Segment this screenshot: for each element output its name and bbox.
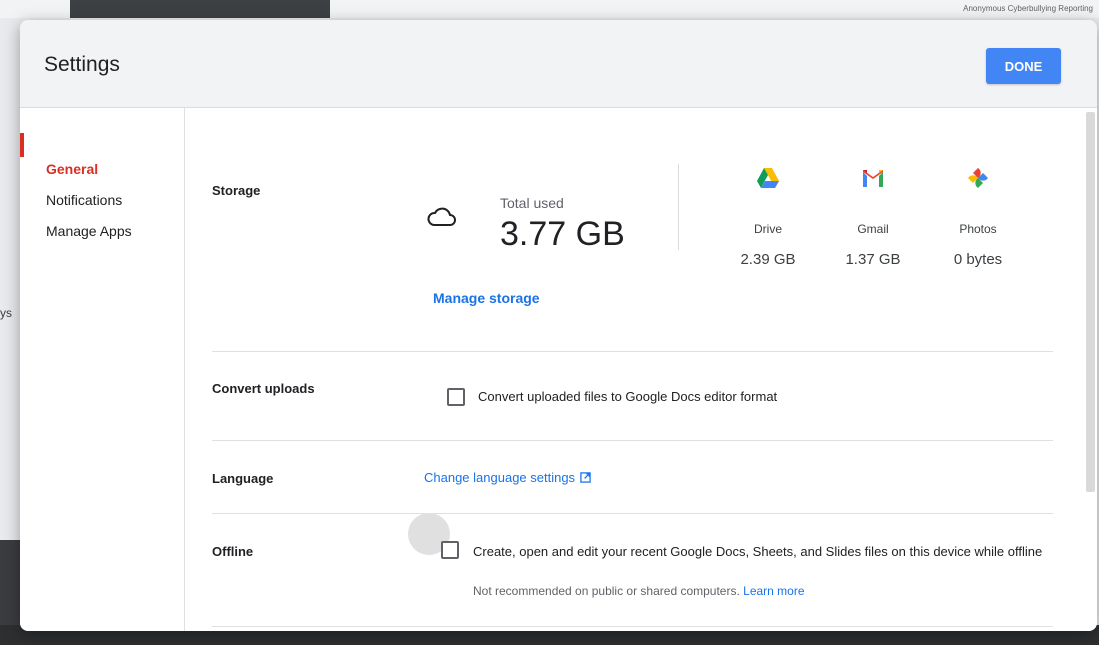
dialog-header: Settings DONE — [20, 20, 1097, 108]
offline-checkbox[interactable] — [441, 541, 459, 559]
settings-dialog: Settings DONE General Notifications Mana… — [20, 20, 1097, 631]
offline-text: Create, open and edit your recent Google… — [473, 544, 1043, 559]
section-divider — [212, 626, 1053, 627]
active-nav-indicator — [20, 133, 24, 157]
storage-separator — [678, 164, 679, 250]
background-thumbnail — [70, 0, 330, 18]
section-divider — [212, 513, 1053, 514]
gmail-name: Gmail — [857, 222, 889, 236]
learn-more-link[interactable]: Learn more — [743, 584, 804, 598]
total-used-value: 3.77 GB — [500, 215, 625, 253]
offline-subtext: Not recommended on public or shared comp… — [473, 584, 805, 598]
language-label: Language — [212, 471, 274, 486]
background-side-text: ys — [0, 306, 12, 320]
external-link-icon — [580, 472, 591, 483]
gmail-size: 1.37 GB — [845, 251, 901, 268]
photos-icon — [968, 168, 988, 188]
background-report-text: Anonymous Cyberbullying Reporting — [963, 4, 1093, 13]
photos-name: Photos — [959, 222, 997, 236]
section-divider — [212, 440, 1053, 441]
section-divider — [212, 351, 1053, 352]
cloud-icon — [427, 207, 456, 226]
change-language-link-text: Change language settings — [424, 470, 576, 485]
change-language-link[interactable]: Change language settings — [424, 470, 591, 485]
settings-sidebar: General Notifications Manage Apps — [20, 108, 185, 631]
sidebar-item-general[interactable]: General — [46, 161, 98, 177]
dialog-title: Settings — [44, 53, 120, 76]
scrollbar-thumb[interactable] — [1086, 112, 1095, 492]
drive-name: Drive — [753, 222, 782, 236]
done-button[interactable]: DONE — [986, 48, 1061, 84]
drive-icon — [757, 168, 779, 188]
manage-storage-link[interactable]: Manage storage — [433, 290, 540, 306]
convert-uploads-text: Convert uploaded files to Google Docs ed… — [478, 389, 778, 404]
sidebar-item-notifications[interactable]: Notifications — [46, 192, 122, 208]
convert-uploads-checkbox[interactable] — [447, 388, 465, 406]
total-used-label: Total used — [500, 195, 564, 211]
storage-label: Storage — [212, 183, 261, 198]
convert-uploads-label: Convert uploads — [212, 381, 315, 396]
settings-content: Storage Total used 3.77 GB Manage storag… — [185, 108, 1097, 631]
sidebar-item-manage-apps[interactable]: Manage Apps — [46, 223, 132, 239]
photos-size: 0 bytes — [953, 251, 1003, 268]
offline-label: Offline — [212, 544, 254, 559]
drive-size: 2.39 GB — [740, 251, 796, 268]
offline-warning: Not recommended on public or shared comp… — [473, 584, 740, 598]
gmail-icon — [863, 170, 883, 187]
